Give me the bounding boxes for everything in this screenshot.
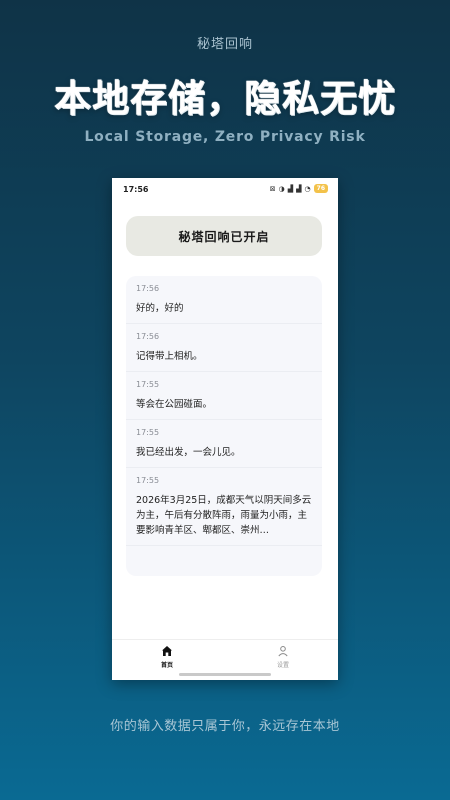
message-text: 我已经出发，一会儿见。: [136, 447, 241, 458]
status-banner[interactable]: 秘塔回响已开启: [126, 216, 322, 256]
list-item[interactable]: 17:55 我已经出发，一会儿见。: [126, 420, 322, 468]
tab-settings[interactable]: 设置: [263, 645, 303, 669]
list-item[interactable]: 17:56 好的，好的: [126, 276, 322, 324]
list-item[interactable]: 17:55 2026年3月25日，成都天气以阴天间多云为主，午后有分散阵雨，雨量…: [126, 468, 322, 546]
message-time: 17:55: [136, 380, 160, 389]
tab-home[interactable]: 首页: [147, 645, 187, 669]
subheadline: Local Storage, Zero Privacy Risk: [84, 129, 366, 145]
home-icon: [162, 646, 172, 656]
status-bar: 17:56 ⊠ ◑ ▟ ▟ ◔ 76: [112, 178, 338, 200]
list-item[interactable]: 17:56 记得带上相机。: [126, 324, 322, 372]
status-icons: ⊠ ◑ ▟ ▟ ◔ 76: [270, 184, 328, 193]
message-text: 好的，好的: [136, 303, 184, 314]
battery-icon: 76: [313, 184, 328, 193]
message-list[interactable]: 17:56 好的，好的 17:56 记得带上相机。 17:55 等会在公园碰面。…: [126, 276, 322, 576]
tab-bar: 首页 设置: [112, 639, 338, 680]
user-icon: [278, 646, 288, 657]
message-text: 2026年3月25日，成都天气以阴天间多云为主，午后有分散阵雨，雨量为小雨，主要…: [136, 495, 312, 536]
home-indicator: [179, 673, 271, 676]
headline: 本地存储，隐私无忧: [54, 77, 396, 120]
message-text: 等会在公园碰面。: [136, 399, 213, 410]
status-time: 17:56: [123, 185, 149, 194]
message-time: 17:56: [136, 332, 160, 341]
tab-home-label: 首页: [160, 662, 173, 669]
message-time: 17:55: [136, 476, 160, 485]
tab-settings-label: 设置: [276, 662, 289, 669]
message-text: 记得带上相机。: [136, 351, 203, 362]
footer-caption: 你的输入数据只属于你，永远存在本地: [110, 719, 340, 734]
mute-icon: ◑: [278, 184, 285, 193]
wifi-icon: ◔: [304, 184, 311, 193]
nfc-icon: ⊠: [269, 184, 276, 193]
message-time: 17:56: [136, 284, 160, 293]
main-content: 秘塔回响已开启 17:56 好的，好的 17:56 记得带上相机。 17:55 …: [112, 200, 338, 640]
app-name: 秘塔回响: [196, 37, 253, 52]
phone-screenshot: 17:56 ⊠ ◑ ▟ ▟ ◔ 76 秘塔回响已开启 17:56 好的，好的 1…: [112, 178, 338, 680]
signal-icon: ▟: [287, 184, 294, 193]
list-item[interactable]: 17:55 等会在公园碰面。: [126, 372, 322, 420]
message-time: 17:55: [136, 428, 160, 437]
signal-icon: ▟: [296, 184, 302, 193]
